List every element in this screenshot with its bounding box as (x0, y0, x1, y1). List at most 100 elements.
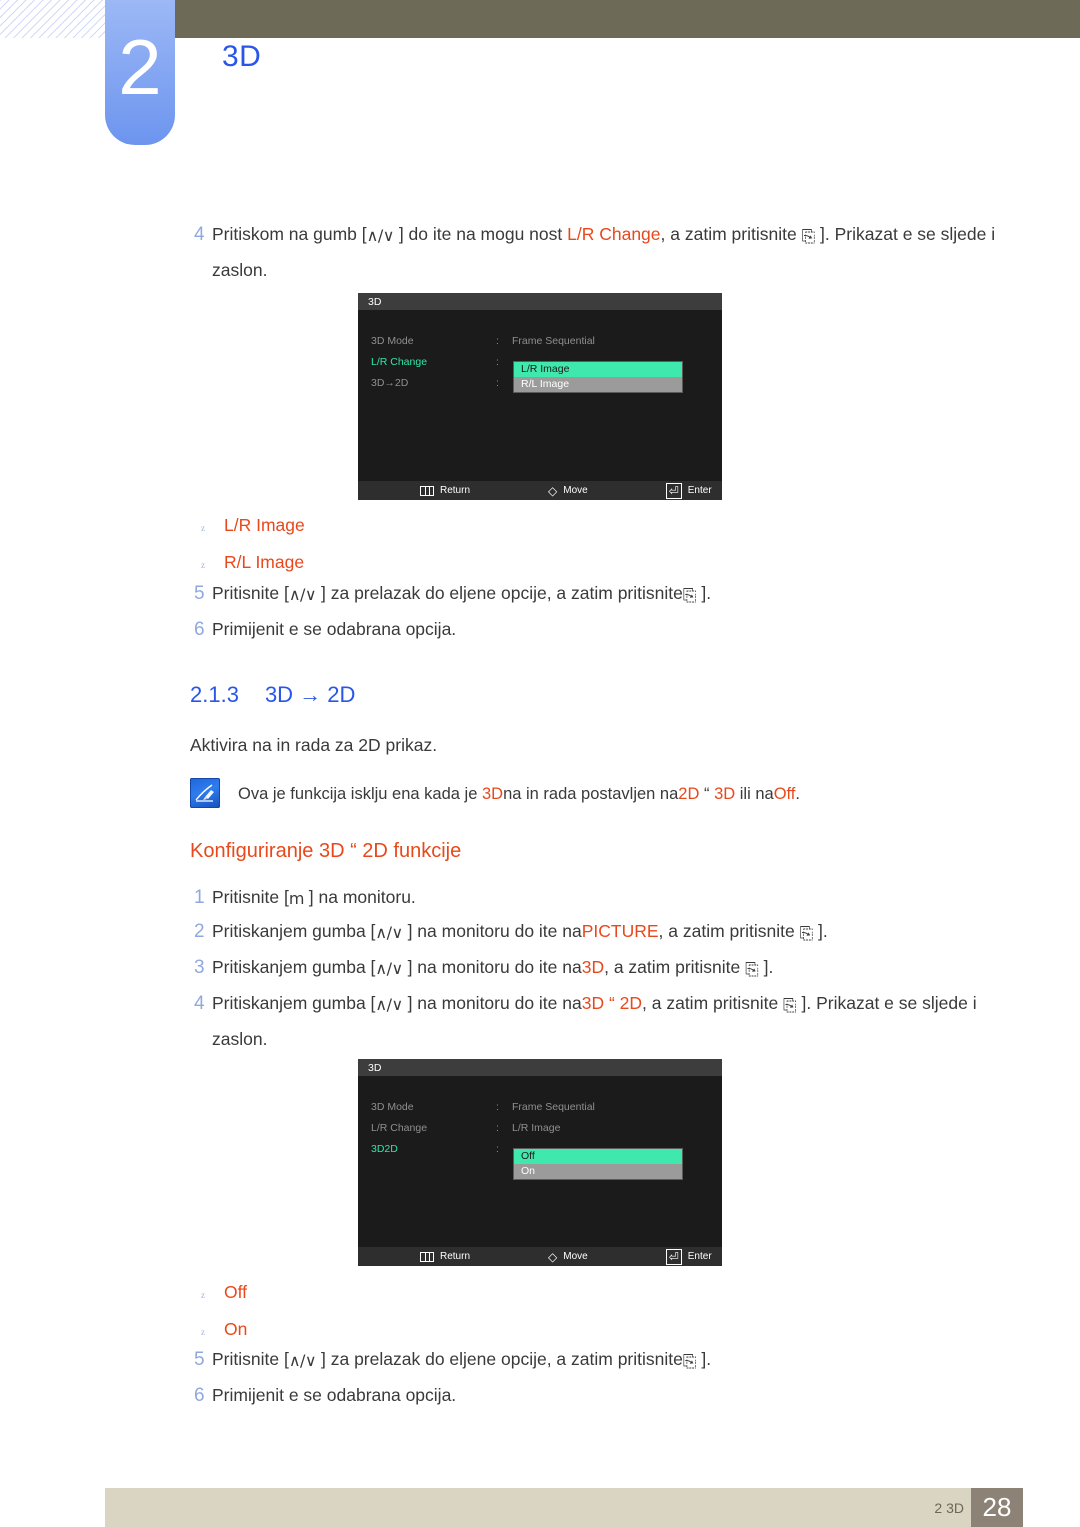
osd-row-label: 3D Mode (371, 334, 414, 347)
osd-row-value: Frame Sequential (512, 1100, 595, 1113)
osd-footer: Return ◇ Move ⏎ Enter (358, 1247, 722, 1266)
chapter-tab: 2 (105, 0, 175, 145)
osd-screenshot-2: 3D 3D Mode: Frame Sequential L/R Change: L/… (0, 1059, 1080, 1266)
text-run: Pritisnite [ (212, 887, 289, 907)
osd-menu-row[interactable]: 3D Mode: Frame Sequential (358, 330, 722, 351)
osd-footer-action[interactable]: ◇ Move (548, 1250, 588, 1264)
text-run: Pritiskanjem gumba [ (212, 921, 376, 941)
osd-body: 3D Mode: Frame Sequential L/R Change: L/R I… (358, 1076, 722, 1248)
osd-row-label: 3D Mode (371, 1100, 414, 1113)
osd-dropdown[interactable]: L/R Image R/L Image (514, 362, 682, 392)
section-title: 3D → 2D (264, 682, 356, 707)
osd-footer-action[interactable]: ⏎ Enter (665, 1248, 712, 1265)
osd-menu-row[interactable]: L/R Change: L/R Image (358, 1117, 722, 1138)
osd-footer-action[interactable]: Return (420, 485, 470, 496)
bullet-label: Off (224, 1282, 248, 1302)
osd-body: 3D Mode: Frame Sequential L/R Change: 3D→2D… (358, 310, 722, 482)
osd-dropdown-option[interactable]: On (514, 1164, 682, 1179)
osd-row-label: 3D2D (371, 1142, 398, 1155)
step-number: 3 (194, 957, 205, 978)
osd-footer-label: Move (563, 485, 588, 496)
osd-footer-label: Enter (687, 1251, 712, 1262)
enter-key-glyph: ⎘ (801, 227, 816, 247)
osd-dropdown-option[interactable]: Off (514, 1149, 682, 1164)
step-number: 6 (194, 1385, 205, 1406)
enter-icon: ⏎ (665, 1248, 682, 1265)
osd-row-colon: : (496, 1142, 499, 1155)
text-run: na in rada postavljen na (503, 785, 679, 803)
step-text: Pritisnite [∧/∨ ] za prelazak do eljene … (212, 1343, 1002, 1379)
highlight-term: Off (773, 785, 796, 803)
text-run: ili na (735, 785, 774, 803)
osd-dropdown-option[interactable]: R/L Image (514, 377, 682, 392)
step-text: Pritisnite [∧/∨ ] za prelazak do eljene … (212, 577, 1002, 613)
enter-key-glyph: ⎘ (682, 586, 697, 606)
osd-screenshot-1: 3D 3D Mode: Frame Sequential L/R Change:3D… (0, 293, 1080, 500)
step-text: Pritiskanjem gumba [∧/∨ ] na monitoru do… (212, 987, 1002, 1056)
osd-dropdown[interactable]: Off On (514, 1149, 682, 1179)
section-heading: 2.1.3 3D → 2D (190, 682, 355, 708)
text-run: ]. (696, 583, 712, 603)
osd-title: 3D (368, 295, 382, 308)
osd-row-value: Frame Sequential (512, 334, 595, 347)
key-glyph: ∧/∨ (375, 995, 403, 1014)
step-text: Primijenit e se odabrana opcija. (212, 1379, 1002, 1412)
key-glyph: ∧/∨ (288, 1351, 317, 1370)
subheading: Konfiguriranje 3D “ 2D funkcije (190, 840, 462, 862)
text-run: ]. (696, 1349, 712, 1369)
highlight-term: 3D “ 2D (581, 993, 643, 1013)
osd-panel: 3D 3D Mode: Frame Sequential L/R Change:3D… (358, 293, 722, 500)
text-run: Primijenit e se odabrana opcija. (212, 1385, 457, 1405)
text-run: Pritisnite [ (212, 583, 289, 603)
osd-footer: Return ◇ Move ⏎ Enter (358, 481, 722, 500)
enter-key-glyph: ⎘ (745, 960, 759, 980)
text-run: ] do ite na mogu nost (393, 224, 568, 244)
step-item: 5 Pritisnite [∧/∨ ] za prelazak do eljene… (182, 577, 1002, 613)
step-text: Pritiskanjem gumba [∧/∨ ] na monitoru do… (212, 915, 1002, 951)
bullet-list-2: z Off z On (182, 1275, 882, 1349)
steps-group-4: 5 Pritisnite [∧/∨ ] za prelazak do eljene… (182, 1343, 1002, 1412)
osd-dropdown-option[interactable]: L/R Image (514, 362, 682, 377)
osd-row-label: 3D→2D (371, 376, 409, 389)
chapter-title: 3D (222, 40, 262, 73)
osd-row-colon: : (496, 334, 499, 347)
text-run: , a zatim pritisnite (604, 957, 746, 977)
section-number: 2.1.3 (190, 682, 239, 707)
step-number: 4 (194, 993, 205, 1014)
osd-panel: 3D 3D Mode: Frame Sequential L/R Change: L/… (358, 1059, 722, 1266)
chapter-number: 2 (118, 22, 162, 111)
text-run: Primijenit e se odabrana opcija. (212, 619, 457, 639)
osd-footer-action[interactable]: Return (420, 1251, 470, 1262)
enter-key-glyph: ⎘ (783, 996, 797, 1016)
text-run: “ (703, 785, 715, 803)
highlight-term: 3D (581, 957, 605, 977)
osd-row-colon: : (496, 355, 499, 368)
enter-key-glyph: ⎘ (799, 924, 814, 944)
step-number: 4 (194, 224, 205, 245)
step-number: 1 (194, 887, 205, 908)
note-pen-icon (190, 778, 220, 808)
step-item: 4 Pritiskanjem gumba [∧/∨ ] na monitoru d… (182, 987, 1002, 1056)
text-run: ] na monitoru do ite na (402, 993, 582, 1013)
osd-footer-label: Return (440, 1251, 471, 1262)
steps-group-2: 5 Pritisnite [∧/∨ ] za prelazak do eljene… (182, 577, 1002, 646)
text-run: ]. (758, 957, 774, 977)
text-run: Pritiskom na gumb [ (212, 224, 367, 244)
osd-footer-label: Return (440, 485, 471, 496)
osd-row-label: L/R Change (371, 355, 428, 368)
text-run: , a zatim pritisnite (660, 224, 802, 244)
bullet-marker-icon: z (201, 523, 205, 533)
text-run: ] na monitoru do ite na (402, 921, 582, 941)
osd-menu-row[interactable]: 3D Mode: Frame Sequential (358, 1096, 722, 1117)
step-item: 6 Primijenit e se odabrana opcija. (182, 1379, 1002, 1412)
decorative-hatch-pattern (0, 0, 108, 38)
menu-icon (420, 485, 434, 496)
osd-footer-label: Enter (687, 485, 712, 496)
text-run: , a zatim pritisnite (642, 993, 784, 1013)
text-run: Pritiskanjem gumba [ (212, 957, 376, 977)
osd-titlebar: 3D (358, 293, 722, 310)
step-text: Pritiskom na gumb [∧/∨ ] do ite na mogu … (212, 218, 1002, 287)
osd-footer-action[interactable]: ◇ Move (548, 484, 588, 498)
osd-footer-action[interactable]: ⏎ Enter (665, 482, 712, 499)
footer-bar: 2 3D 28 (105, 1488, 1023, 1527)
